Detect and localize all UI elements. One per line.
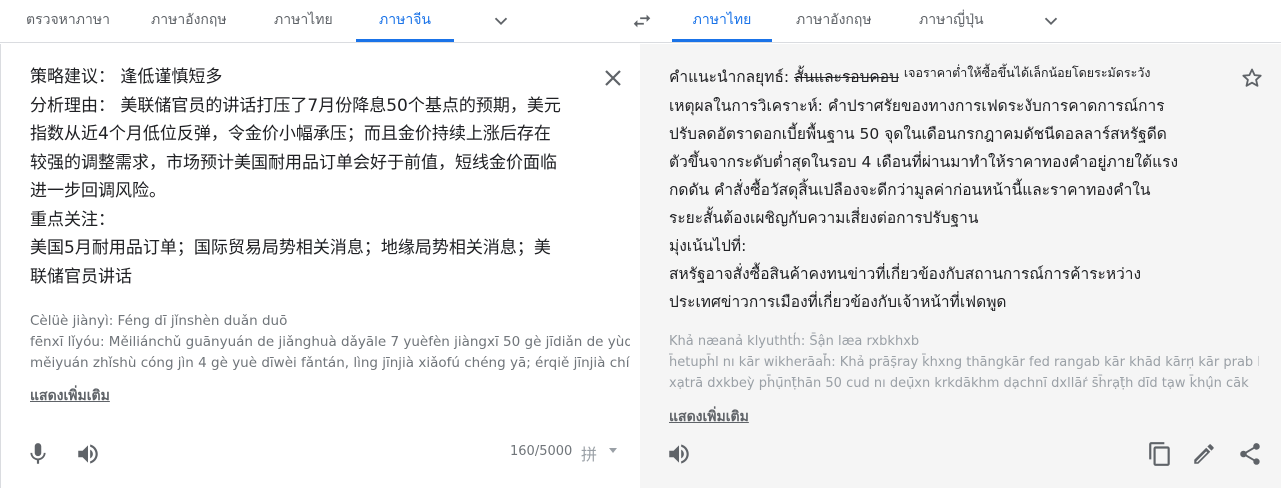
chevron-down-icon[interactable] [1040, 10, 1062, 32]
tab-detect-language[interactable]: ตรวจหาภาษา [14, 0, 122, 42]
source-line: 较强的调整需求，市场预计美国耐用品订单会好于前值，短线金价面临 [30, 152, 557, 173]
star-icon[interactable] [1240, 66, 1264, 90]
tab-target-thai[interactable]: ภาษาไทย [672, 0, 772, 42]
transliteration-line: měiyuán zhǐshù cóng jìn 4 gè yuè dīwèi f… [30, 355, 630, 371]
language-tab-bar: ตรวจหาภาษา ภาษาอังกฤษ ภาษาไทย ภาษาจีน ภา… [0, 0, 1281, 43]
transliteration-line: Khả næanả klyuthth̒: S̄ận læa rxbkhxb [669, 334, 920, 349]
translation-line: ปรับลดอัตราดอกเบี้ยพื้นฐาน 50 จุดในเดือน… [669, 125, 1167, 143]
source-line: 重点关注： [30, 209, 115, 230]
transliteration-line: fēnxī lǐyóu: Měiliánchǔ guānyuán de jiǎn… [30, 334, 630, 350]
translation-line: มุ่งเน้นไปที่: [669, 237, 747, 255]
speaker-icon[interactable] [666, 441, 692, 467]
translation-line: ประเทศข่าวการเมืองที่เกี่ยวข้องกับเจ้าหน… [669, 293, 1007, 311]
translation-line: สหรัฐอาจสั่งซื้อสินค้าคงทนข่าวที่เกี่ยวข… [669, 265, 1142, 283]
pencil-icon[interactable] [1191, 441, 1217, 467]
mic-icon[interactable] [25, 441, 51, 467]
correction-struck-text: สั้นและรอบคอบ [794, 68, 899, 86]
source-line: 分析理由： 美联储官员的讲话打压了7月份降息50个基点的预期，美元 [30, 95, 561, 116]
source-show-more-link[interactable]: แสดงเพิ่มเติม [30, 385, 110, 407]
tab-source-english[interactable]: ภาษาอังกฤษ [139, 0, 239, 42]
input-method-button[interactable]: 拼 [581, 441, 597, 465]
source-line: 策略建议： 逢低谨慎短多 [30, 67, 223, 87]
translation-output: คำแนะนำกลยุทธ์: สั้นและรอบคอบ เจอราคาต่ำ… [669, 63, 1229, 316]
source-line: 指数从近4个月低位反弹，令金价小幅承压；而且金价持续上涨后存在 [30, 124, 551, 144]
source-panel: 策略建议： 逢低谨慎短多 分析理由： 美联储官员的讲话打压了7月份降息50个基点… [0, 44, 640, 488]
source-line: 进一步回调风险。 [30, 181, 166, 201]
tab-divider [0, 42, 1281, 43]
correction-suggestion: เจอราคาต่ำให้ซื้อขึ้นได้เล็กน้อยโดยระมัด… [903, 65, 1151, 80]
translation-show-more-link[interactable]: แสดงเพิ่มเติม [669, 406, 749, 428]
share-icon[interactable] [1237, 441, 1263, 467]
source-input[interactable]: 策略建议： 逢低谨慎短多 分析理由： 美联储官员的讲话打压了7月份降息50个基点… [30, 63, 600, 291]
chevron-down-icon[interactable] [490, 10, 512, 32]
swap-icon[interactable] [630, 10, 654, 32]
translation-line: คำแนะนำกลยุทธ์: สั้นและรอบคอบ เจอราคาต่ำ… [669, 63, 1229, 92]
source-line: 美国5月耐用品订单；国际贸易局势相关消息；地缘局势相关消息；美 [30, 238, 551, 258]
tab-target-english[interactable]: ภาษาอังกฤษ [784, 0, 884, 42]
translation-prefix: คำแนะนำกลยุทธ์: [669, 68, 795, 86]
translation-line: กดดัน คำสั่งซื้อวัสดุสิ้นเปลืองจะดีกว่าม… [669, 181, 1151, 199]
character-counter: 160/5000 [510, 444, 573, 459]
copy-icon[interactable] [1147, 441, 1173, 467]
translation-line: ตัวขึ้นจากระดับต่ำสุดในรอบ 4 เดือนที่ผ่า… [669, 153, 1179, 171]
transliteration-line: h̄etuph̄l nı kār wikherāah̄̒: Khả prāṣ̄r… [669, 355, 1259, 370]
caret-down-icon[interactable] [609, 448, 617, 453]
tab-source-chinese[interactable]: ภาษาจีน [356, 0, 454, 42]
close-icon[interactable] [601, 66, 625, 90]
translation-transliteration: Khả næanả klyuthth̒: S̄ận læa rxbkhxb h̄… [669, 331, 1259, 394]
source-transliteration: Cèlüè jiànyì: Féng dī jǐnshèn duǎn duō f… [30, 311, 630, 374]
tab-target-japanese[interactable]: ภาษาญี่ปุ่น [907, 0, 996, 42]
speaker-icon[interactable] [75, 441, 101, 467]
transliteration-line: xạtrā dxkbeỳ ph̄ụ̄nṭ̄hān 50 cud nı deụ̄x… [669, 376, 1249, 391]
transliteration-line: Cèlüè jiànyì: Féng dī jǐnshèn duǎn duō [30, 313, 288, 329]
source-line: 联储官员讲话 [30, 266, 132, 287]
translation-panel: คำแนะนำกลยุทธ์: สั้นและรอบคอบ เจอราคาต่ำ… [640, 44, 1281, 488]
tab-source-thai[interactable]: ภาษาไทย [262, 0, 345, 42]
translation-line: เหตุผลในการวิเคราะห์: คำปราศรัยของทางการ… [669, 97, 1165, 115]
translation-line: ระยะสั้นต้องเผชิญกับความเสี่ยงต่อการปรับ… [669, 209, 979, 227]
